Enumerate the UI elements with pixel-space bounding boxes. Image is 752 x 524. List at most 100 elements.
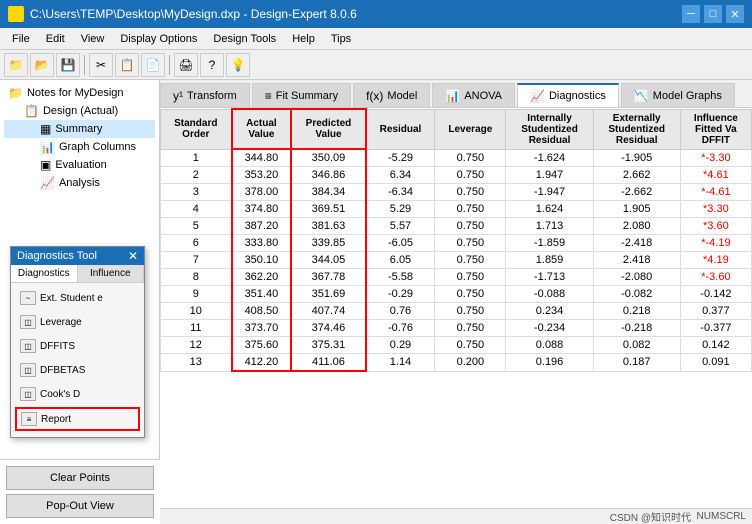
diag-item-ext-student[interactable]: ~ Ext. Student e bbox=[15, 287, 140, 309]
toolbar-open[interactable]: 📂 bbox=[30, 53, 54, 77]
cell-dffit: -0.377 bbox=[680, 320, 751, 337]
table-row: 12375.60375.310.290.7500.0880.0820.142 bbox=[161, 337, 752, 354]
cell-order: 6 bbox=[161, 235, 232, 252]
table-row: 7350.10344.056.050.7501.8592.418*4.19 bbox=[161, 252, 752, 269]
menu-view[interactable]: View bbox=[73, 31, 113, 47]
table-row: 3378.00384.34-6.340.750-1.947-2.662*-4.6… bbox=[161, 184, 752, 201]
sidebar-item-graph-columns[interactable]: 📊 Graph Columns bbox=[4, 138, 155, 156]
tab-fit-summary[interactable]: ≡ Fit Summary bbox=[252, 83, 351, 107]
maximize-button[interactable]: □ bbox=[704, 5, 722, 23]
cell-predicted: 350.09 bbox=[291, 149, 366, 167]
cell-residual: 0.76 bbox=[366, 303, 435, 320]
cell-actual: 387.20 bbox=[232, 218, 292, 235]
cell-predicted: 369.51 bbox=[291, 201, 366, 218]
clear-points-button[interactable]: Clear Points bbox=[6, 466, 154, 490]
data-area[interactable]: StandardOrder ActualValue PredictedValue… bbox=[160, 108, 752, 510]
tab-anova[interactable]: 📊 ANOVA bbox=[432, 83, 515, 107]
cell-ext_stud: 1.905 bbox=[593, 201, 680, 218]
app-icon bbox=[8, 6, 24, 22]
cell-order: 12 bbox=[161, 337, 232, 354]
sidebar-item-notes[interactable]: 📁 Notes for MyDesign bbox=[4, 84, 155, 102]
menu-tips[interactable]: Tips bbox=[323, 31, 359, 47]
cell-dffit: *3.60 bbox=[680, 218, 751, 235]
menu-edit[interactable]: Edit bbox=[38, 31, 73, 47]
table-row: 8362.20367.78-5.580.750-1.713-2.080*-3.6… bbox=[161, 269, 752, 286]
cell-int_stud: 1.624 bbox=[506, 201, 593, 218]
diag-item-dfbetas[interactable]: ◫ DFBETAS bbox=[15, 359, 140, 381]
anova-icon: 📊 bbox=[445, 89, 460, 103]
menu-design-tools[interactable]: Design Tools bbox=[205, 31, 284, 47]
cell-ext_stud: -0.218 bbox=[593, 320, 680, 337]
close-button[interactable]: ✕ bbox=[726, 5, 744, 23]
tab-diagnostics[interactable]: 📈 Diagnostics bbox=[517, 83, 619, 107]
cell-predicted: 374.46 bbox=[291, 320, 366, 337]
numscrl-indicator: NUMSCRL bbox=[697, 511, 746, 522]
cell-leverage: 0.750 bbox=[435, 286, 506, 303]
cell-leverage: 0.200 bbox=[435, 354, 506, 372]
tab-transform[interactable]: y¹ Transform bbox=[160, 83, 250, 107]
table-row: 9351.40351.69-0.290.750-0.088-0.082-0.14… bbox=[161, 286, 752, 303]
cell-predicted: 344.05 bbox=[291, 252, 366, 269]
toolbar-copy[interactable]: 📋 bbox=[115, 53, 139, 77]
diag-item-leverage[interactable]: ◫ Leverage bbox=[15, 311, 140, 333]
toolbar-light[interactable]: 💡 bbox=[226, 53, 250, 77]
cell-dffit: *-3.60 bbox=[680, 269, 751, 286]
sidebar-item-design[interactable]: 📋 Design (Actual) bbox=[4, 102, 155, 120]
cell-dffit: *3.30 bbox=[680, 201, 751, 218]
table-row: 6333.80339.85-6.050.750-1.859-2.418*-4.1… bbox=[161, 235, 752, 252]
analysis-icon: 📈 bbox=[40, 176, 55, 190]
data-table: StandardOrder ActualValue PredictedValue… bbox=[160, 108, 752, 372]
toolbar-help[interactable]: ? bbox=[200, 53, 224, 77]
toolbar-save[interactable]: 💾 bbox=[56, 53, 80, 77]
cell-ext_stud: -2.418 bbox=[593, 235, 680, 252]
table-row: 2353.20346.866.340.7501.9472.662*4.61 bbox=[161, 167, 752, 184]
cell-order: 8 bbox=[161, 269, 232, 286]
table-row: 4374.80369.515.290.7501.6241.905*3.30 bbox=[161, 201, 752, 218]
toolbar-new[interactable]: 📁 bbox=[4, 53, 28, 77]
diagnostics-tool-close[interactable]: ✕ bbox=[128, 249, 138, 263]
cell-residual: 5.29 bbox=[366, 201, 435, 218]
menu-file[interactable]: File bbox=[4, 31, 38, 47]
col-header-actual: ActualValue bbox=[232, 109, 292, 149]
toolbar-cut[interactable]: ✂ bbox=[89, 53, 113, 77]
sidebar-item-analysis[interactable]: 📈 Analysis bbox=[4, 174, 155, 192]
tab-bar: y¹ Transform ≡ Fit Summary f(x) Model 📊 … bbox=[160, 80, 752, 108]
cell-leverage: 0.750 bbox=[435, 184, 506, 201]
table-row: 11373.70374.46-0.760.750-0.234-0.218-0.3… bbox=[161, 320, 752, 337]
transform-icon: y¹ bbox=[173, 89, 183, 103]
status-text: CSDN @知识时代 bbox=[610, 509, 691, 524]
diag-tab-diagnostics[interactable]: Diagnostics bbox=[11, 265, 78, 282]
cell-leverage: 0.750 bbox=[435, 149, 506, 167]
cell-predicted: 407.74 bbox=[291, 303, 366, 320]
diag-item-report[interactable]: ≡ Report bbox=[15, 407, 140, 431]
sidebar-item-evaluation[interactable]: ▣ Evaluation bbox=[4, 156, 155, 174]
cell-ext_stud: -1.905 bbox=[593, 149, 680, 167]
toolbar: 📁 📂 💾 ✂ 📋 📄 🖨 ? 💡 bbox=[0, 50, 752, 80]
tab-model[interactable]: f(x) Model bbox=[353, 83, 430, 107]
cell-int_stud: -1.713 bbox=[506, 269, 593, 286]
model-icon: f(x) bbox=[366, 89, 383, 103]
tab-model-graphs[interactable]: 📉 Model Graphs bbox=[621, 83, 735, 107]
sidebar-item-summary[interactable]: ▦ Summary bbox=[4, 120, 155, 138]
menu-help[interactable]: Help bbox=[284, 31, 323, 47]
cell-order: 4 bbox=[161, 201, 232, 218]
cell-actual: 375.60 bbox=[232, 337, 292, 354]
pop-out-view-button[interactable]: Pop-Out View bbox=[6, 494, 154, 518]
cell-ext_stud: 2.418 bbox=[593, 252, 680, 269]
diag-item-dffits[interactable]: ◫ DFFITS bbox=[15, 335, 140, 357]
cell-int_stud: 1.947 bbox=[506, 167, 593, 184]
diagnostics-tool-items: ~ Ext. Student e ◫ Leverage ◫ DFFITS ◫ D… bbox=[11, 283, 144, 437]
toolbar-print[interactable]: 🖨 bbox=[174, 53, 198, 77]
cell-actual: 374.80 bbox=[232, 201, 292, 218]
diagnostics-tool-title: Diagnostics Tool bbox=[17, 250, 97, 262]
cell-leverage: 0.750 bbox=[435, 252, 506, 269]
menu-bar: File Edit View Display Options Design To… bbox=[0, 28, 752, 50]
report-icon: ≡ bbox=[21, 412, 37, 426]
menu-display-options[interactable]: Display Options bbox=[112, 31, 205, 47]
cell-dffit: *-3.30 bbox=[680, 149, 751, 167]
minimize-button[interactable]: ─ bbox=[682, 5, 700, 23]
toolbar-paste[interactable]: 📄 bbox=[141, 53, 165, 77]
folder-icon: 📁 bbox=[8, 86, 23, 100]
diag-item-cooks-d[interactable]: ◫ Cook's D bbox=[15, 383, 140, 405]
diag-tab-influence[interactable]: Influence bbox=[78, 265, 145, 282]
